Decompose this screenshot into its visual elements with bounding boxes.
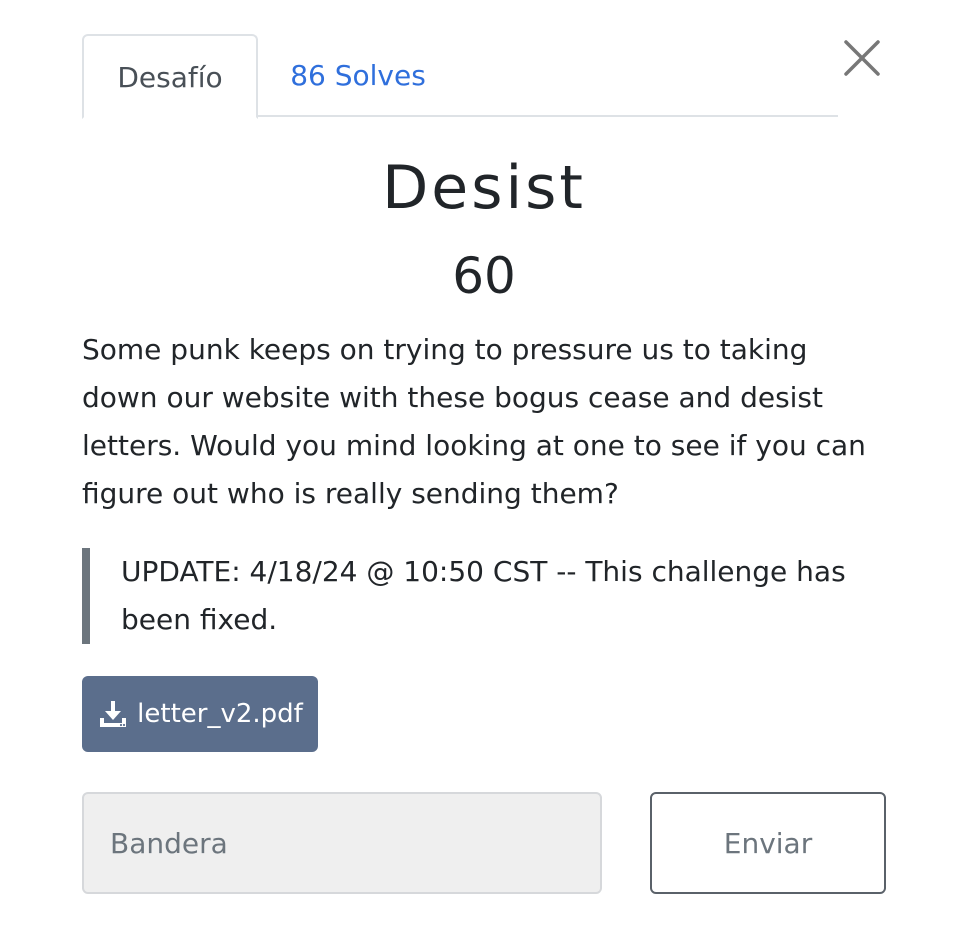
update-note: UPDATE: 4/18/24 @ 10:50 CST -- This chal… <box>82 548 872 644</box>
tab-challenge[interactable]: Desafío <box>82 34 258 119</box>
tab-solves[interactable]: 86 Solves <box>258 34 458 117</box>
file-name: letter_v2.pdf <box>137 699 303 729</box>
close-icon <box>844 40 880 76</box>
challenge-description: Some punk keeps on trying to pressure us… <box>82 333 866 510</box>
close-button[interactable] <box>842 38 882 78</box>
download-icon <box>100 701 127 727</box>
challenge-modal: Desafío 86 Solves Desist 60 Some punk ke… <box>0 0 964 926</box>
challenge-points: 60 <box>452 247 516 305</box>
submit-button[interactable]: Enviar <box>650 792 886 894</box>
flag-input[interactable] <box>82 792 602 894</box>
challenge-title: Desist <box>382 153 586 223</box>
file-download-button[interactable]: letter_v2.pdf <box>82 676 318 752</box>
challenge-tabs: Desafío 86 Solves <box>82 34 838 119</box>
